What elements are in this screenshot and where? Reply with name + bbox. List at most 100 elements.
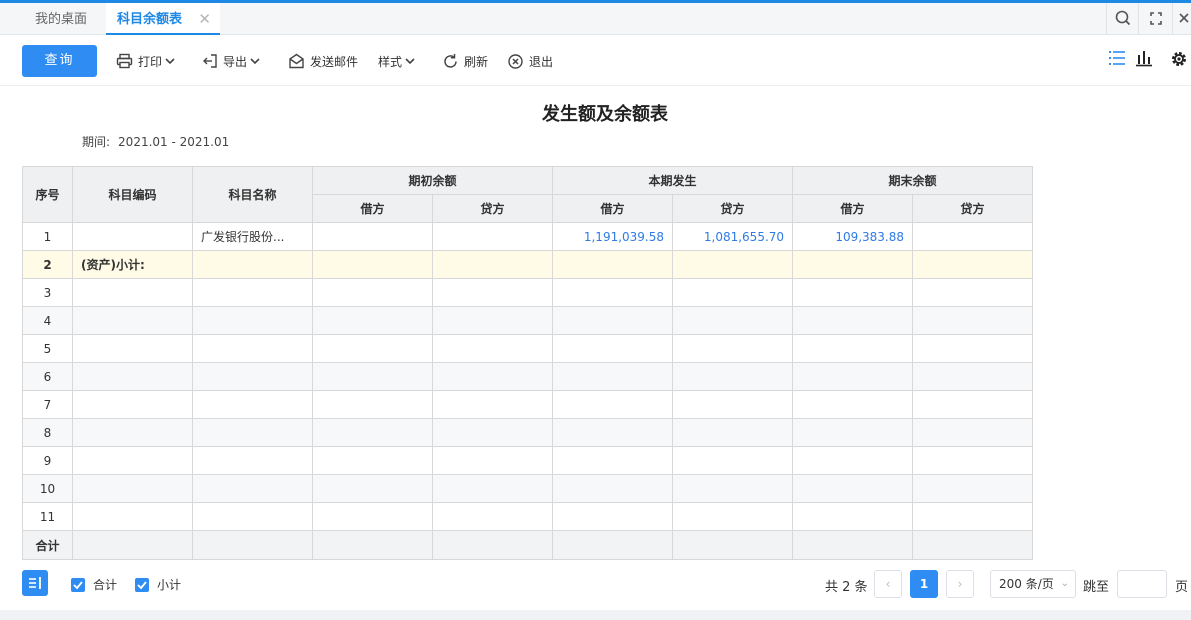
cell-current-credit[interactable]	[672, 390, 794, 419]
cell-account-name[interactable]	[192, 418, 313, 447]
cell-opening-credit[interactable]	[431, 222, 554, 251]
cell-current-credit[interactable]	[672, 418, 794, 447]
search-button[interactable]	[1106, 3, 1138, 35]
print-button[interactable]: 打印	[116, 46, 175, 76]
cell-index[interactable]: 1	[22, 222, 73, 251]
cell-opening-credit[interactable]	[431, 446, 554, 475]
cell-current-debit[interactable]	[552, 446, 674, 475]
cell-index[interactable]: 5	[22, 334, 73, 363]
table-row[interactable]: 3	[22, 278, 1034, 307]
cell-closing-credit[interactable]	[912, 474, 1034, 503]
cell-closing-credit[interactable]	[912, 334, 1034, 363]
fullscreen-button[interactable]	[1138, 3, 1172, 35]
cell-current-debit[interactable]	[552, 278, 674, 307]
cell-opening-credit[interactable]	[431, 278, 554, 307]
next-page-button[interactable]: ›	[946, 570, 974, 598]
cell-account-code[interactable]	[72, 306, 193, 335]
cell-current-credit[interactable]	[672, 446, 794, 475]
cell-account-name[interactable]	[192, 390, 313, 419]
cell-current-debit[interactable]	[552, 362, 674, 391]
close-window-button[interactable]	[1172, 3, 1191, 35]
query-button[interactable]: 查询	[22, 45, 97, 77]
checkbox-subtotal[interactable]: 小计	[135, 576, 181, 593]
cell-closing-credit[interactable]	[912, 250, 1034, 279]
cell-current-debit[interactable]	[552, 334, 674, 363]
cell-account-code[interactable]: (资产)小计:	[72, 250, 193, 279]
cell-opening-credit[interactable]	[431, 362, 554, 391]
tab-close-icon[interactable]: ✕	[198, 3, 211, 36]
cell-current-debit[interactable]	[552, 390, 674, 419]
cell-closing-credit[interactable]	[912, 446, 1034, 475]
cell-closing-credit[interactable]	[912, 502, 1034, 531]
checkbox-total[interactable]: 合计	[71, 576, 117, 593]
cell-account-code[interactable]	[72, 278, 193, 307]
refresh-button[interactable]: 刷新	[442, 46, 488, 76]
tab-account-balance[interactable]: 科目余额表 ✕	[106, 3, 220, 35]
cell-account-code[interactable]	[72, 446, 193, 475]
cell-account-name[interactable]	[192, 362, 313, 391]
cell-account-code[interactable]	[72, 418, 193, 447]
cell-account-name[interactable]: 广发银行股份...	[192, 222, 313, 251]
cell-account-code[interactable]	[72, 502, 193, 531]
cell-opening-credit[interactable]	[431, 502, 554, 531]
cell-opening-debit[interactable]	[312, 306, 433, 335]
cell-current-debit[interactable]	[552, 250, 674, 279]
cell-closing-debit[interactable]	[792, 278, 914, 307]
cell-opening-credit[interactable]	[431, 474, 554, 503]
column-settings-button[interactable]	[22, 570, 48, 596]
cell-index[interactable]: 4	[22, 306, 73, 335]
table-row[interactable]: 8	[22, 418, 1034, 447]
cell-closing-debit[interactable]	[792, 446, 914, 475]
cell-closing-debit[interactable]	[792, 474, 914, 503]
cell-account-name[interactable]	[192, 334, 313, 363]
cell-account-name[interactable]	[192, 306, 313, 335]
cell-account-code[interactable]	[72, 334, 193, 363]
page-1-button[interactable]: 1	[910, 570, 938, 598]
cell-index[interactable]: 2	[22, 250, 73, 279]
cell-account-code[interactable]	[72, 362, 193, 391]
cell-opening-debit[interactable]	[312, 474, 433, 503]
send-mail-button[interactable]: 发送邮件	[288, 46, 358, 76]
header-current-debit[interactable]: 借方	[552, 194, 674, 223]
cell-opening-debit[interactable]	[312, 390, 433, 419]
table-row[interactable]: 1 广发银行股份... 1,191,039.58 1,081,655.70 109,38…	[22, 222, 1034, 251]
table-row[interactable]: 11	[22, 502, 1034, 531]
cell-closing-credit[interactable]	[912, 222, 1034, 251]
header-opening-debit[interactable]: 借方	[312, 194, 433, 223]
cell-opening-credit[interactable]	[431, 334, 554, 363]
cell-account-name[interactable]	[192, 250, 313, 279]
header-opening-credit[interactable]: 贷方	[431, 194, 554, 223]
cell-opening-debit[interactable]	[312, 222, 433, 251]
cell-closing-credit[interactable]	[912, 390, 1034, 419]
cell-current-credit[interactable]	[672, 502, 794, 531]
cell-current-credit[interactable]: 1,081,655.70	[672, 222, 794, 251]
cell-closing-debit[interactable]	[792, 306, 914, 335]
cell-index[interactable]: 10	[22, 474, 73, 503]
cell-opening-credit[interactable]	[431, 418, 554, 447]
cell-opening-debit[interactable]	[312, 502, 433, 531]
header-closing-credit[interactable]: 贷方	[912, 194, 1034, 223]
cell-closing-debit[interactable]	[792, 502, 914, 531]
cell-account-name[interactable]	[192, 474, 313, 503]
header-account-code[interactable]: 科目编码	[72, 166, 193, 223]
cell-closing-debit[interactable]	[792, 418, 914, 447]
cell-closing-credit[interactable]	[912, 418, 1034, 447]
table-row[interactable]: 5	[22, 334, 1034, 363]
cell-index[interactable]: 8	[22, 418, 73, 447]
cell-closing-credit[interactable]	[912, 362, 1034, 391]
cell-closing-debit[interactable]: 109,383.88	[792, 222, 914, 251]
table-row[interactable]: 6	[22, 362, 1034, 391]
subtotal-row[interactable]: 2 (资产)小计:	[22, 250, 1034, 279]
cell-account-name[interactable]	[192, 502, 313, 531]
table-row[interactable]: 10	[22, 474, 1034, 503]
cell-current-debit[interactable]: 1,191,039.58	[552, 222, 674, 251]
cell-opening-debit[interactable]	[312, 278, 433, 307]
cell-closing-credit[interactable]	[912, 306, 1034, 335]
cell-current-credit[interactable]	[672, 250, 794, 279]
cell-current-debit[interactable]	[552, 418, 674, 447]
cell-account-code[interactable]	[72, 222, 193, 251]
cell-current-credit[interactable]	[672, 474, 794, 503]
cell-closing-debit[interactable]	[792, 362, 914, 391]
cell-account-code[interactable]	[72, 390, 193, 419]
cell-opening-debit[interactable]	[312, 362, 433, 391]
